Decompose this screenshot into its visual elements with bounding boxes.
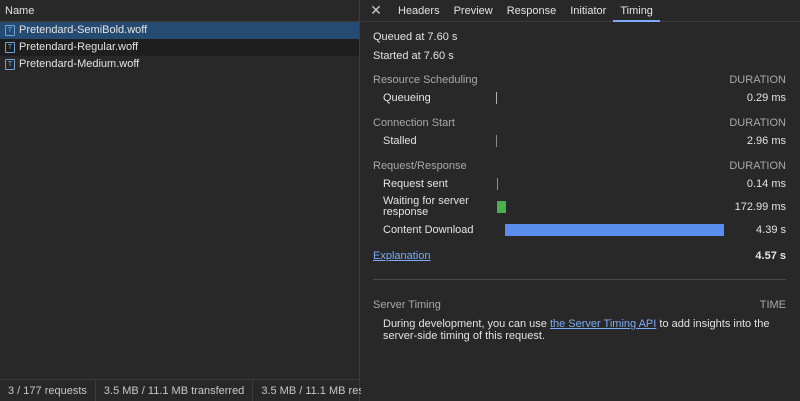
timing-row-value: 4.39 s [756,224,786,236]
tab-initiator[interactable]: Initiator [563,0,613,21]
desc-text: During development, you can use [383,318,550,330]
request-name: Pretendard-SemiBold.woff [19,24,148,36]
details-tab-bar: ✕ Headers Preview Response Initiator Tim… [361,0,800,22]
timing-track [496,224,724,236]
timing-row-label: Waiting for server response [383,195,469,218]
time-label: TIME [759,299,786,311]
queueing-bar [496,92,497,104]
timing-row-value: 0.29 ms [746,92,786,104]
timing-track [496,201,724,213]
section-title-connection: Connection Start [373,117,455,129]
timing-row-value: 0.14 ms [746,178,786,190]
font-file-icon: T [5,59,15,70]
timing-row-label: Content Download [383,224,474,236]
font-file-icon: T [5,42,15,53]
timing-row-value: 172.99 ms [734,201,786,213]
request-sent-bar [497,178,498,190]
stalled-bar [496,135,497,147]
server-timing-api-link[interactable]: the Server Timing API [550,318,656,330]
timing-row-label: Request sent [383,178,448,190]
tab-headers[interactable]: Headers [391,0,447,21]
started-at: Started at 7.60 s [373,50,454,62]
request-row[interactable]: T Pretendard-SemiBold.woff [0,22,359,39]
request-row[interactable]: T Pretendard-Regular.woff [0,39,359,56]
font-file-icon: T [5,25,15,36]
waiting-bar [497,201,506,213]
devtools-network-panel: Name T Pretendard-SemiBold.woff T Preten… [0,0,800,401]
divider [373,279,786,280]
request-row[interactable]: T Pretendard-Medium.woff [0,56,359,73]
section-title-request: Request/Response [373,160,467,172]
content-download-bar [505,224,724,236]
timing-content: Queued at 7.60 s Started at 7.60 s Resou… [361,23,800,401]
duration-label: DURATION [729,74,786,86]
tab-response[interactable]: Response [500,0,564,21]
tab-timing[interactable]: Timing [613,0,660,22]
status-bar: 3 / 177 requests 3.5 MB / 11.1 MB transf… [0,379,397,401]
timing-row-label: Stalled [383,135,417,147]
timing-track [496,135,724,147]
request-list-panel: Name T Pretendard-SemiBold.woff T Preten… [0,0,397,401]
timing-track [496,178,724,190]
transferred-size: 3.5 MB / 11.1 MB transferred [96,379,254,401]
tab-preview[interactable]: Preview [447,0,500,21]
section-title-scheduling: Resource Scheduling [373,74,478,86]
name-column-header[interactable]: Name [0,0,359,22]
timing-track [496,92,724,104]
timing-row-label: Queueing [383,92,431,104]
close-icon[interactable]: ✕ [361,0,391,21]
explanation-link[interactable]: Explanation [373,250,431,262]
request-name: Pretendard-Regular.woff [19,41,139,53]
request-details-panel: ✕ Headers Preview Response Initiator Tim… [361,0,800,401]
duration-label: DURATION [729,117,786,129]
duration-label: DURATION [729,160,786,172]
timing-row-value: 2.96 ms [746,135,786,147]
queued-at: Queued at 7.60 s [373,31,458,43]
section-title-server-timing: Server Timing [373,299,441,311]
total-duration: 4.57 s [755,250,786,262]
request-count: 3 / 177 requests [0,379,96,401]
request-name: Pretendard-Medium.woff [19,58,140,70]
server-timing-description: During development, you can use the Serv… [383,318,780,342]
